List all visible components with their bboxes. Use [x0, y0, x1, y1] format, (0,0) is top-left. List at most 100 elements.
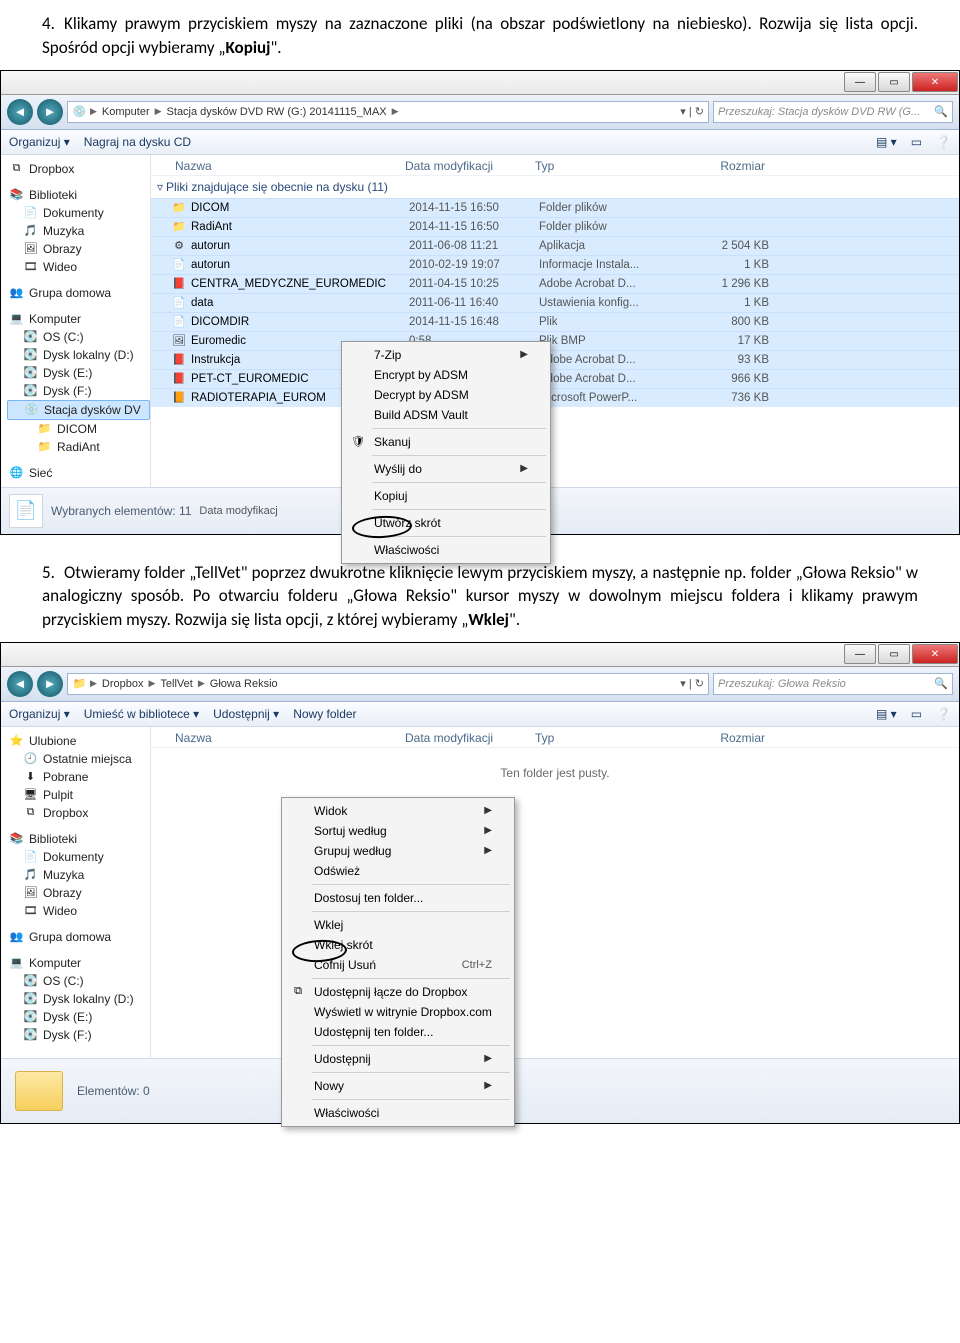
view-options-icon[interactable]: ▤ ▾ — [876, 135, 897, 149]
menu-scan[interactable]: 🛡Skanuj — [344, 432, 548, 452]
menu-refresh[interactable]: Odśwież — [284, 861, 512, 881]
table-row[interactable]: 🖼Euromedic0:58Plik BMP17 KB — [151, 331, 959, 350]
menu-new[interactable]: Nowy▶ — [284, 1076, 512, 1096]
include-in-library-menu[interactable]: Umieść w bibliotece ▾ — [84, 707, 199, 721]
menu-undo-delete[interactable]: Cofnij UsuńCtrl+Z — [284, 955, 512, 975]
refresh-icon[interactable]: ▾ | ↻ — [680, 677, 704, 690]
sidebar-item-music[interactable]: 🎵Muzyka — [7, 222, 150, 240]
menu-view[interactable]: Widok▶ — [284, 801, 512, 821]
title-bar[interactable]: — ▭ ✕ — [1, 643, 959, 667]
close-button[interactable]: ✕ — [912, 72, 958, 92]
sidebar-item-documents[interactable]: 📄Dokumenty — [7, 204, 150, 222]
menu-share[interactable]: Udostępnij▶ — [284, 1049, 512, 1069]
sidebar-item-disk-e[interactable]: 💽Dysk (E:) — [7, 364, 150, 382]
group-header[interactable]: ▿Pliki znajdujące się obecnie na dysku (… — [151, 176, 959, 198]
sidebar-item-dropbox[interactable]: ⧉Dropbox — [7, 804, 150, 822]
menu-group-by[interactable]: Grupuj według▶ — [284, 841, 512, 861]
sidebar-item-computer[interactable]: 💻Komputer — [7, 954, 150, 972]
close-button[interactable]: ✕ — [912, 644, 958, 664]
refresh-icon[interactable]: ▾ | ↻ — [680, 105, 704, 118]
sidebar-item-os-c[interactable]: 💽OS (C:) — [7, 972, 150, 990]
burn-cd-button[interactable]: Nagraj na dysku CD — [84, 135, 191, 149]
sidebar-item-desktop[interactable]: 🖥Pulpit — [7, 786, 150, 804]
sidebar-item-radiant[interactable]: 📁RadiAnt — [7, 438, 150, 456]
breadcrumb[interactable]: 📁 ▶ Dropbox ▶ TellVet ▶ Głowa Reksio ▾ |… — [67, 673, 709, 695]
file-list-pane[interactable]: Nazwa Data modyfikacji Typ Rozmiar ▿Plik… — [151, 155, 959, 487]
search-input[interactable]: Przeszukaj: Stacja dysków DVD RW (G... 🔍 — [713, 101, 953, 123]
menu-paste[interactable]: Wklej — [284, 915, 512, 935]
new-folder-button[interactable]: Nowy folder — [293, 707, 356, 721]
column-headers[interactable]: Nazwa Data modyfikacji Typ Rozmiar — [151, 155, 959, 176]
table-row[interactable]: 📄data2011-06-11 16:40Ustawienia konfig..… — [151, 293, 959, 312]
sidebar-item-video[interactable]: 🎞Wideo — [7, 258, 150, 276]
table-row[interactable]: ⚙autorun2011-06-08 11:21Aplikacja2 504 K… — [151, 236, 959, 255]
menu-dropbox-share-folder[interactable]: Udostępnij ten folder... — [284, 1022, 512, 1042]
sidebar-item-disk-d[interactable]: 💽Dysk lokalny (D:) — [7, 346, 150, 364]
sidebar-item-disk-f[interactable]: 💽Dysk (F:) — [7, 1026, 150, 1044]
preview-pane-icon[interactable]: ▭ — [911, 707, 922, 721]
sidebar-item-favorites[interactable]: ⭐Ulubione — [7, 732, 150, 750]
menu-build-vault[interactable]: Build ADSM Vault — [344, 405, 548, 425]
table-row[interactable]: 📙RADIOTERAPIA_EUROM0:25Microsoft PowerP.… — [151, 388, 959, 407]
forward-button[interactable]: ► — [37, 99, 63, 125]
menu-create-shortcut[interactable]: Utwórz skrót — [344, 513, 548, 533]
menu-paste-shortcut[interactable]: Wklej skrót — [284, 935, 512, 955]
table-row[interactable]: 📕PET-CT_EUROMEDIC0:25Adobe Acrobat D...9… — [151, 369, 959, 388]
table-row[interactable]: 📁DICOM2014-11-15 16:50Folder plików — [151, 198, 959, 217]
sidebar-item-computer[interactable]: 💻Komputer — [7, 310, 150, 328]
sidebar-item-dvd-drive[interactable]: 💿Stacja dysków DV — [7, 400, 150, 420]
share-menu[interactable]: Udostępnij ▾ — [213, 707, 279, 721]
menu-properties[interactable]: Właściwości — [284, 1103, 512, 1123]
sidebar-item-disk-e[interactable]: 💽Dysk (E:) — [7, 1008, 150, 1026]
maximize-button[interactable]: ▭ — [878, 644, 910, 664]
breadcrumb[interactable]: 💿 ▶ Komputer ▶ Stacja dysków DVD RW (G:)… — [67, 101, 709, 123]
forward-button[interactable]: ► — [37, 671, 63, 697]
sidebar-item-documents[interactable]: 📄Dokumenty — [7, 848, 150, 866]
sidebar-item-dropbox[interactable]: ⧉Dropbox — [7, 160, 150, 178]
help-icon[interactable]: ❔ — [936, 707, 951, 721]
search-input[interactable]: Przeszukaj: Głowa Reksio 🔍 — [713, 673, 953, 695]
menu-properties[interactable]: Właściwości — [344, 540, 548, 560]
sidebar-item-video[interactable]: 🎞Wideo — [7, 902, 150, 920]
table-row[interactable]: 📄DICOMDIR2014-11-15 16:48Plik800 KB — [151, 312, 959, 331]
file-list-pane[interactable]: Nazwa Data modyfikacji Typ Rozmiar Ten f… — [151, 727, 959, 1058]
menu-sort-by[interactable]: Sortuj według▶ — [284, 821, 512, 841]
menu-7zip[interactable]: 7-Zip▶ — [344, 345, 548, 365]
sidebar-item-recent[interactable]: 🕘Ostatnie miejsca — [7, 750, 150, 768]
column-headers[interactable]: Nazwa Data modyfikacji Typ Rozmiar — [151, 727, 959, 748]
table-row[interactable]: 📁RadiAnt2014-11-15 16:50Folder plików — [151, 217, 959, 236]
sidebar-item-music[interactable]: 🎵Muzyka — [7, 866, 150, 884]
sidebar-item-images[interactable]: 🖼Obrazy — [7, 884, 150, 902]
menu-send-to[interactable]: Wyślij do▶ — [344, 459, 548, 479]
menu-dropbox-view-web[interactable]: Wyświetl w witrynie Dropbox.com — [284, 1002, 512, 1022]
menu-decrypt-adsm[interactable]: Decrypt by ADSM — [344, 385, 548, 405]
minimize-button[interactable]: — — [844, 644, 876, 664]
sidebar-item-disk-f[interactable]: 💽Dysk (F:) — [7, 382, 150, 400]
organize-menu[interactable]: Organizuj ▾ — [9, 707, 70, 721]
organize-menu[interactable]: Organizuj ▾ — [9, 135, 70, 149]
sidebar-item-homegroup[interactable]: 👥Grupa domowa — [7, 928, 150, 946]
sidebar-item-os-c[interactable]: 💽OS (C:) — [7, 328, 150, 346]
sidebar-item-dicom[interactable]: 📁DICOM — [7, 420, 150, 438]
menu-customize-folder[interactable]: Dostosuj ten folder... — [284, 888, 512, 908]
maximize-button[interactable]: ▭ — [878, 72, 910, 92]
table-row[interactable]: 📄autorun2010-02-19 19:07Informacje Insta… — [151, 255, 959, 274]
menu-encrypt-adsm[interactable]: Encrypt by ADSM — [344, 365, 548, 385]
table-row[interactable]: 📕Instrukcja9:54Adobe Acrobat D...93 KB — [151, 350, 959, 369]
view-options-icon[interactable]: ▤ ▾ — [876, 707, 897, 721]
sidebar-item-network[interactable]: 🌐Sieć — [7, 464, 150, 482]
table-row[interactable]: 📕CENTRA_MEDYCZNE_EUROMEDIC2011-04-15 10:… — [151, 274, 959, 293]
sidebar-item-images[interactable]: 🖼Obrazy — [7, 240, 150, 258]
title-bar[interactable]: — ▭ ✕ — [1, 71, 959, 95]
minimize-button[interactable]: — — [844, 72, 876, 92]
preview-pane-icon[interactable]: ▭ — [911, 135, 922, 149]
sidebar-item-homegroup[interactable]: 👥Grupa domowa — [7, 284, 150, 302]
back-button[interactable]: ◄ — [7, 99, 33, 125]
help-icon[interactable]: ❔ — [936, 135, 951, 149]
sidebar-item-libraries[interactable]: 📚Biblioteki — [7, 830, 150, 848]
menu-dropbox-share-link[interactable]: ⧉Udostępnij łącze do Dropbox — [284, 982, 512, 1002]
sidebar-item-downloads[interactable]: ⬇Pobrane — [7, 768, 150, 786]
sidebar-item-libraries[interactable]: 📚Biblioteki — [7, 186, 150, 204]
sidebar-item-disk-d[interactable]: 💽Dysk lokalny (D:) — [7, 990, 150, 1008]
menu-copy[interactable]: Kopiuj — [344, 486, 548, 506]
